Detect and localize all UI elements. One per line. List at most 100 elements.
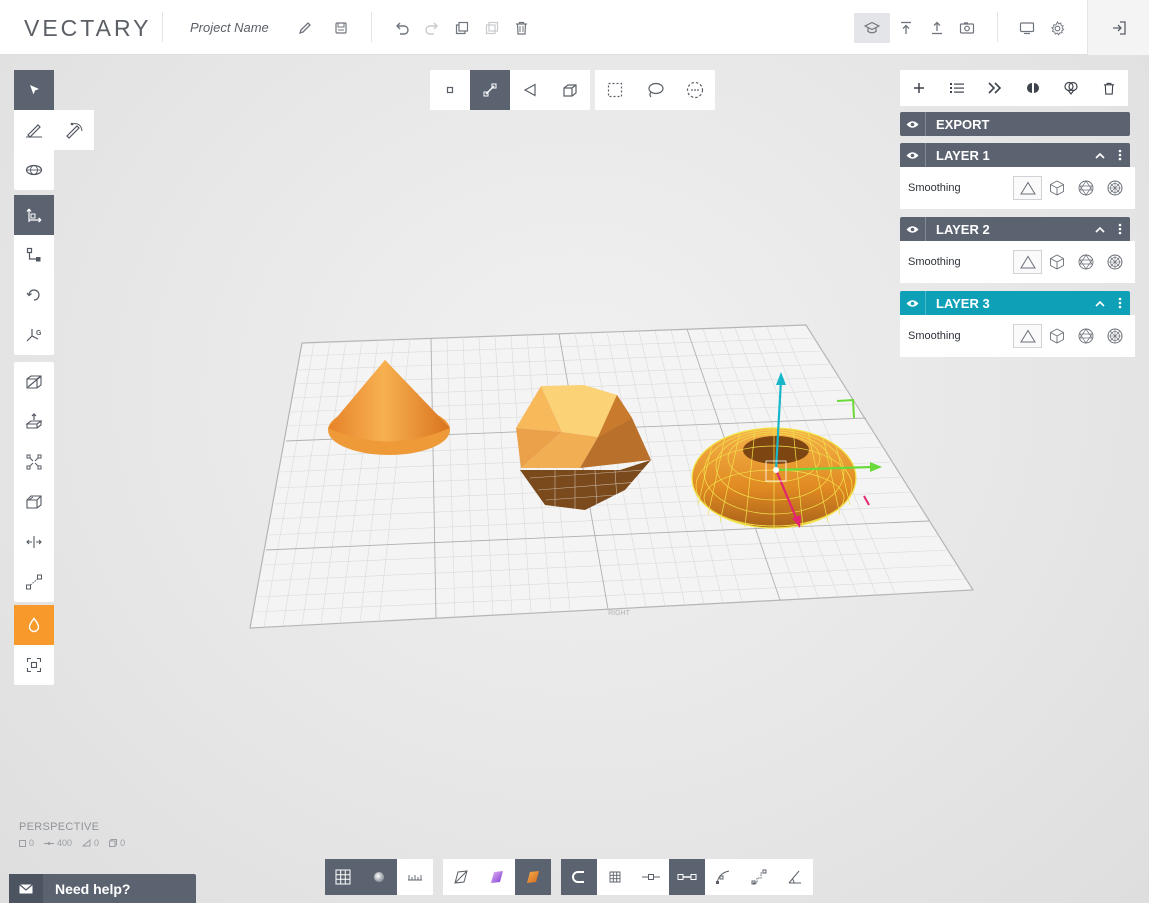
app-logo[interactable]: VECTARY [24,15,152,42]
bridge-tool-button[interactable] [14,562,54,602]
snap-toolbar [561,859,813,895]
layer-header-1[interactable]: LAYER 1 [900,143,1130,167]
eye-icon[interactable] [900,112,926,136]
layer-name[interactable]: LAYER 3 [926,296,1090,311]
paint-select-button[interactable] [675,70,715,110]
grid-snap-button[interactable] [597,859,633,895]
learn-icon[interactable] [854,13,890,43]
smoothing-low-icon[interactable] [1042,176,1071,200]
forward-icon[interactable] [981,74,1009,102]
move-tool-button[interactable] [14,195,54,235]
layer-body-1: Smoothing [900,167,1135,209]
eye-icon[interactable] [900,217,926,241]
focus-tool-button[interactable] [14,645,54,685]
smoothing-low-icon[interactable] [1042,250,1071,274]
face-mode-button[interactable] [510,70,550,110]
delete-icon[interactable] [508,14,534,42]
layer-header-3[interactable]: LAYER 3 [900,291,1130,315]
export-row[interactable]: EXPORT [900,112,1130,136]
project-name[interactable]: Project Name [190,20,269,35]
object-mode-button[interactable] [550,70,590,110]
magnet-snap-button[interactable] [561,859,597,895]
layer-name[interactable]: LAYER 2 [926,222,1090,237]
redo-icon[interactable] [419,14,445,42]
display-icon[interactable] [1014,14,1040,42]
pen-tool-flyout-button[interactable] [54,110,94,150]
scale-tool-button[interactable] [14,235,54,275]
edge-snap-button[interactable] [669,859,705,895]
chevron-up-icon[interactable] [1090,226,1110,233]
smoothing-label: Smoothing [908,182,961,194]
mirror-tool-button[interactable] [14,522,54,562]
copy-icon[interactable] [479,14,505,42]
save-icon[interactable] [328,14,354,42]
divider [997,12,998,42]
layer-header-2[interactable]: LAYER 2 [900,217,1130,241]
subdivide-tool-button[interactable] [14,442,54,482]
more-icon[interactable] [1110,297,1130,309]
grid-toggle-button[interactable] [325,859,361,895]
vertex-snap-button[interactable] [633,859,669,895]
camera-mode-label[interactable]: PERSPECTIVE [19,821,99,833]
rotate-tool-button[interactable] [14,275,54,315]
wireframe-view-button[interactable] [443,859,479,895]
smoothing-none-icon[interactable] [1013,324,1042,348]
viewport-3d[interactable]: RIGHT G EXPORT LAYER 1 Smoothing LAYER 2… [0,55,1149,903]
chevron-up-icon[interactable] [1090,152,1110,159]
screenshot-icon[interactable] [954,14,980,42]
edit-name-icon[interactable] [292,14,318,42]
layer-name[interactable]: LAYER 1 [926,148,1090,163]
extrude-tool-button[interactable] [14,402,54,442]
smoothing-high-icon[interactable] [1100,324,1129,348]
layer-body-3: Smoothing [900,315,1135,357]
smoothing-high-icon[interactable] [1100,250,1129,274]
export-icon[interactable] [893,14,919,42]
more-icon[interactable] [1110,149,1130,161]
delete-layer-icon[interactable] [1095,74,1123,102]
shape-tool-button[interactable] [14,150,54,190]
mirror-layer-icon[interactable] [1019,74,1047,102]
smoothing-none-icon[interactable] [1013,250,1042,274]
step-snap-button[interactable] [741,859,777,895]
smoothing-high-icon[interactable] [1100,176,1129,200]
slice-tool-button[interactable] [14,362,54,402]
undo-icon[interactable] [389,14,415,42]
layers-toolbar [900,70,1128,106]
stat-objects: 0 [109,838,125,848]
exit-icon[interactable] [1087,0,1149,55]
smoothing-medium-icon[interactable] [1071,250,1100,274]
lasso-select-button[interactable] [635,70,675,110]
smoothing-low-icon[interactable] [1042,324,1071,348]
need-help-button[interactable]: Need help? [9,874,196,903]
eye-icon[interactable] [900,143,926,167]
smoothing-medium-icon[interactable] [1071,324,1100,348]
material-tool-button[interactable] [14,605,54,645]
curve-snap-button[interactable] [705,859,741,895]
bevel-tool-button[interactable] [14,482,54,522]
smoothing-none-icon[interactable] [1013,176,1042,200]
select-tool-button[interactable] [14,70,54,110]
duplicate-icon[interactable] [449,14,475,42]
shading-toggle-button[interactable] [361,859,397,895]
eye-icon[interactable] [900,291,926,315]
gizmo-tool-button[interactable]: G [14,315,54,355]
more-icon[interactable] [1110,223,1130,235]
list-icon[interactable] [943,74,971,102]
smoothing-medium-icon[interactable] [1071,176,1100,200]
ruler-toggle-button[interactable] [397,859,433,895]
selection-mode-bar [430,70,590,110]
vertex-mode-button[interactable] [430,70,470,110]
solid-view-button[interactable] [515,859,551,895]
chevron-up-icon[interactable] [1090,300,1110,307]
angle-snap-button[interactable] [777,859,813,895]
xray-view-button[interactable] [479,859,515,895]
settings-icon[interactable] [1044,14,1070,42]
pen-tool-button[interactable] [14,110,54,150]
upload-icon[interactable] [924,14,950,42]
edge-mode-button[interactable] [470,70,510,110]
group-icon[interactable] [1057,74,1085,102]
top-bar: VECTARY Project Name [0,0,1149,55]
divider [371,12,372,42]
add-icon[interactable] [905,74,933,102]
box-select-button[interactable] [595,70,635,110]
